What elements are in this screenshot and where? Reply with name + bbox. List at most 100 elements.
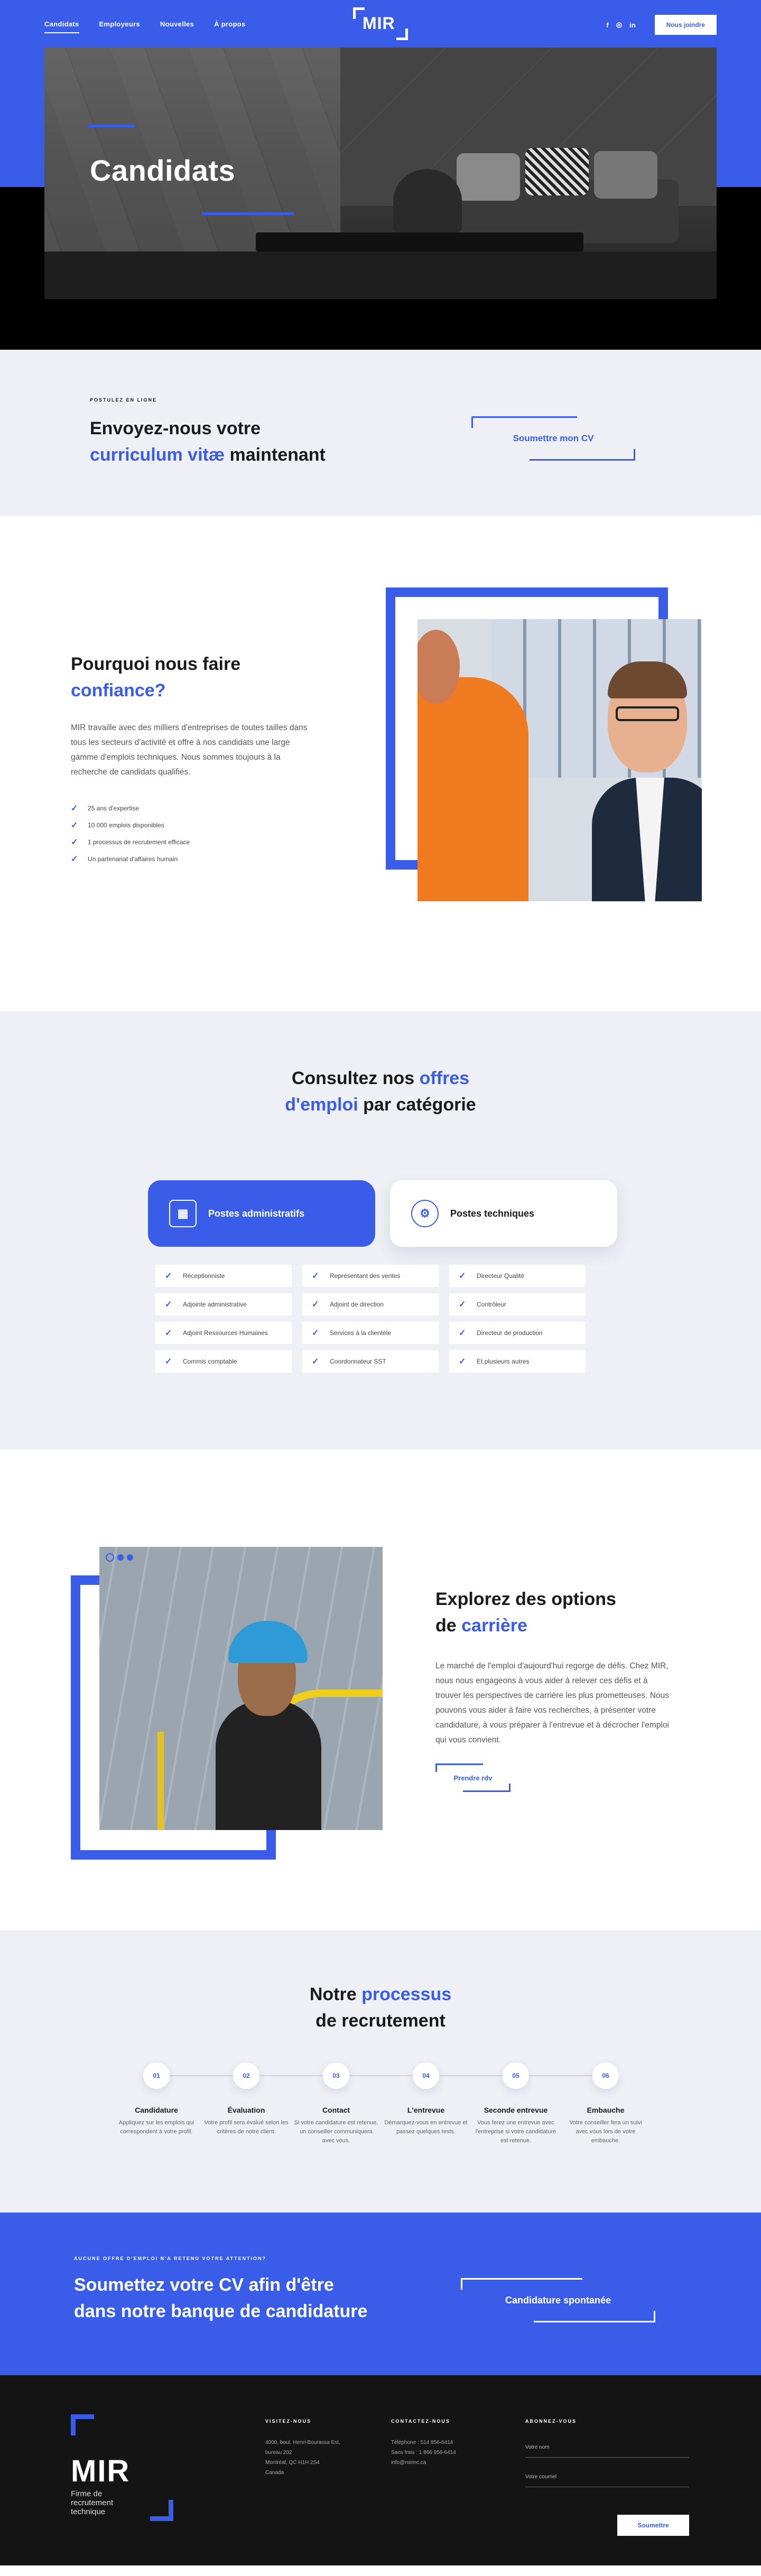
linkedin-icon[interactable]: in bbox=[629, 21, 636, 29]
why-title: Pourquoi nous faire confiance? bbox=[71, 651, 240, 704]
list-item[interactable]: ✓ Réceptionniste bbox=[155, 1265, 292, 1287]
cv-title: Envoyez-nous votre curriculum vitæ maint… bbox=[90, 415, 326, 468]
check-icon: ✓ bbox=[312, 1300, 319, 1309]
check-icon: ✓ bbox=[71, 838, 78, 847]
hero-section: Candidats Employeurs Nouvelles À propos … bbox=[0, 0, 761, 350]
list-item[interactable]: ✓ Services à la clientèle bbox=[302, 1322, 439, 1344]
list-item[interactable]: ✓ Adjoint de direction bbox=[302, 1293, 439, 1315]
step-text: Si votre candidature est retenue, un con… bbox=[294, 2120, 378, 2144]
recruitment-process-section: Notre processus de recrutement 01 Candid… bbox=[0, 1930, 761, 2213]
submit-cv-button[interactable]: Soumettre mon CV bbox=[471, 416, 635, 461]
tab-label: Postes techniques bbox=[450, 1208, 535, 1219]
step-title: L'entrevue bbox=[407, 2106, 445, 2114]
cta-title: Soumettez votre CV afin d'être dans notr… bbox=[74, 2275, 368, 2321]
list-item[interactable]: ✓ Contrôleur bbox=[449, 1293, 586, 1315]
email-link[interactable]: info@mirinc.ca bbox=[391, 2458, 456, 2468]
check-icon: ✓ bbox=[165, 1329, 172, 1338]
step-number: 05 bbox=[503, 2062, 529, 2089]
list-item[interactable]: ✓ Directeur Qualité bbox=[449, 1265, 586, 1287]
step-title: Embauche bbox=[587, 2106, 625, 2114]
step-text: Vous ferez une entrevue avec l'entrepris… bbox=[475, 2120, 556, 2144]
check-icon: ✓ bbox=[459, 1300, 466, 1309]
phone-link[interactable]: Téléphone : 514 856-6414 bbox=[391, 2438, 456, 2448]
subscribe-submit-button[interactable]: Soumettre bbox=[617, 2515, 689, 2536]
cv-title-rest: maintenant bbox=[225, 445, 326, 465]
tab-administratifs[interactable]: ▦ Postes administratifs bbox=[148, 1180, 375, 1247]
check-icon: ✓ bbox=[312, 1357, 319, 1366]
name-field[interactable] bbox=[525, 2438, 689, 2458]
logo-bracket-top-left bbox=[71, 2414, 94, 2435]
hero-accent-line-bottom bbox=[202, 212, 294, 215]
page-title: Candidats bbox=[90, 154, 236, 187]
cta-eyebrow: AUCUNE OFFRE D'EMPLOI N'A RETENU VOTRE A… bbox=[74, 2256, 266, 2261]
categories-title: Consultez nos offres d'emploi par catégo… bbox=[285, 1068, 476, 1115]
check-icon: ✓ bbox=[459, 1329, 466, 1338]
list-item[interactable]: ✓ Et plusieurs autres bbox=[449, 1350, 586, 1373]
hero-accent-line-top bbox=[88, 125, 135, 127]
footer-subscribe-heading: ABONNEZ-VOUS bbox=[525, 2419, 577, 2424]
nav-link-nouvelles[interactable]: Nouvelles bbox=[160, 20, 194, 33]
why-title-accent: confiance? bbox=[71, 680, 166, 701]
step-number: 02 bbox=[233, 2062, 259, 2089]
step-number: 06 bbox=[592, 2062, 619, 2089]
list-item[interactable]: ✓ Directeur de production bbox=[449, 1322, 586, 1344]
spontaneous-application-button[interactable]: Candidature spontanée bbox=[461, 2278, 655, 2322]
why-trust-section: Pourquoi nous faire confiance? MIR trava… bbox=[0, 516, 761, 1011]
email-field[interactable] bbox=[525, 2467, 689, 2487]
step-title: Évaluation bbox=[227, 2106, 265, 2114]
check-icon: ✓ bbox=[312, 1272, 319, 1281]
list-item[interactable]: ✓ Coordonnateur SST bbox=[302, 1350, 439, 1373]
toll-free-link[interactable]: Sans frais : 1 866 956-6414 bbox=[391, 2448, 456, 2458]
footer-logo[interactable]: MIR Firme de recrutement technique bbox=[71, 2414, 177, 2521]
why-feature-list: ✓ 25 ans d'expertise ✓ 10 000 emplois disp… bbox=[71, 800, 190, 867]
submit-cv-label: Soumettre mon CV bbox=[513, 433, 594, 443]
step-title: Candidature bbox=[135, 2106, 178, 2114]
cv-title-line1: Envoyez-nous votre bbox=[90, 418, 261, 438]
footer-contact: CONTACTEZ-NOUS Téléphone : 514 856-6414 … bbox=[391, 2419, 456, 2468]
join-button[interactable]: Nous joindre bbox=[654, 15, 717, 35]
site-logo[interactable]: MIR bbox=[353, 7, 408, 40]
check-icon: ✓ bbox=[71, 804, 78, 813]
career-options-section: Explorez des options de carrière Le marc… bbox=[0, 1450, 761, 1930]
check-icon: ✓ bbox=[459, 1357, 466, 1366]
step-text: Votre profil sera évalué selon les critè… bbox=[204, 2120, 289, 2135]
instagram-icon[interactable]: ◎ bbox=[616, 21, 622, 29]
spontaneous-application-label: Candidature spontanée bbox=[505, 2294, 611, 2306]
check-icon: ✓ bbox=[71, 821, 78, 830]
logo-text: MIR bbox=[363, 14, 395, 33]
step-title: Seconde entrevue bbox=[484, 2106, 548, 2114]
book-appointment-button[interactable]: Prendre rdv bbox=[435, 1763, 511, 1792]
list-item[interactable]: ✓ Représentant des ventes bbox=[302, 1265, 439, 1287]
nav-link-a-propos[interactable]: À propos bbox=[214, 20, 245, 33]
building-icon: ▦ bbox=[169, 1200, 197, 1227]
footer: MIR Firme de recrutement technique VISIT… bbox=[0, 2375, 761, 2565]
check-icon: ✓ bbox=[165, 1272, 172, 1281]
nav-link-candidats[interactable]: Candidats bbox=[44, 20, 79, 33]
list-item: ✓ Un partenariat d'affaires humain bbox=[71, 855, 178, 864]
nav-link-employeurs[interactable]: Employeurs bbox=[99, 20, 140, 33]
footer-contact-heading: CONTACTEZ-NOUS bbox=[391, 2419, 450, 2424]
check-icon: ✓ bbox=[459, 1272, 466, 1281]
spontaneous-application-section: AUCUNE OFFRE D'EMPLOI N'A RETENU VOTRE A… bbox=[0, 2213, 761, 2375]
process-title: Notre processus de recrutement bbox=[309, 1984, 452, 2031]
facebook-icon[interactable]: f bbox=[606, 21, 608, 29]
job-categories-section: Consultez nos offres d'emploi par catégo… bbox=[0, 1011, 761, 1450]
process-step: 03 Contact Si votre candidature est rete… bbox=[294, 2062, 378, 2145]
process-step: 05 Seconde entrevue Vous ferez une entre… bbox=[474, 2062, 558, 2145]
job-category-grid: ✓ Réceptionniste ✓ Représentant des ventes… bbox=[155, 1265, 586, 1373]
step-number: 04 bbox=[413, 2062, 439, 2089]
book-appointment-label: Prendre rdv bbox=[453, 1774, 493, 1782]
step-title: Contact bbox=[322, 2106, 350, 2114]
nav-right: f ◎ in Nous joindre bbox=[606, 15, 717, 35]
footer-visit: VISITEZ-NOUS 4000, boul. Henri-Bourassa … bbox=[265, 2419, 340, 2476]
list-item[interactable]: ✓ Adjointe administrative bbox=[155, 1293, 292, 1315]
gear-icon: ⚙ bbox=[411, 1200, 439, 1227]
list-item[interactable]: ✓ Adjoint Ressources Humaines bbox=[155, 1322, 292, 1344]
list-item[interactable]: ✓ Commis comptable bbox=[155, 1350, 292, 1373]
explore-description: Le marché de l'emploi d'aujourd'hui rego… bbox=[435, 1662, 669, 1744]
tab-techniques[interactable]: ⚙ Postes techniques bbox=[390, 1180, 617, 1247]
process-step: 02 Évaluation Votre profil sera évalué s… bbox=[204, 2062, 289, 2136]
list-item: ✓ 10 000 emplois disponibles bbox=[71, 821, 164, 830]
top-nav: Candidats Employeurs Nouvelles À propos … bbox=[0, 0, 761, 48]
footer-subscribe: ABONNEZ-VOUS bbox=[525, 2419, 689, 2497]
